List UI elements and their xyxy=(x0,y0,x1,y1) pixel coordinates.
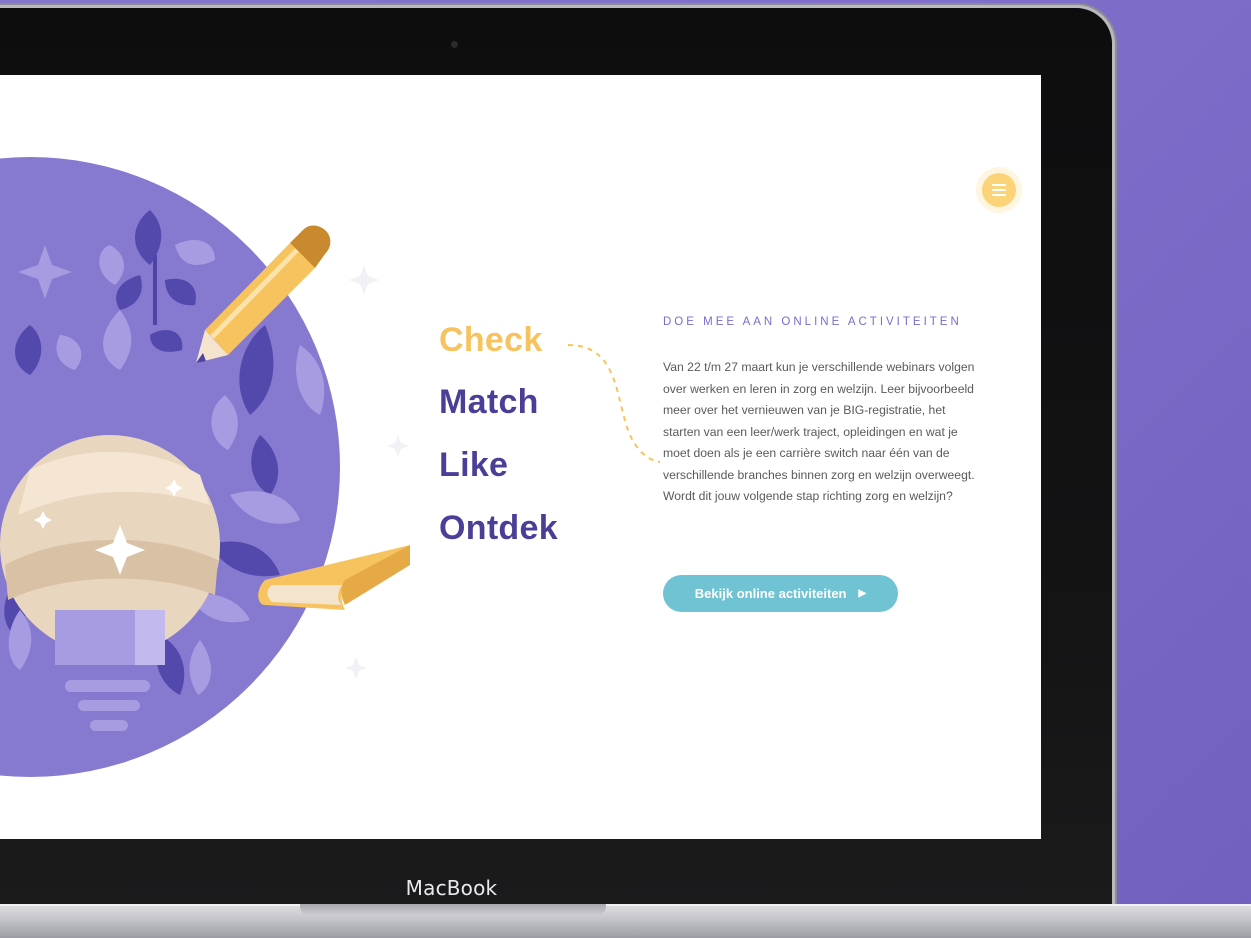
nav-word-check[interactable]: Check xyxy=(439,321,543,360)
hamburger-icon xyxy=(992,184,1006,186)
nav-word-like[interactable]: Like xyxy=(439,446,508,485)
hero-illustration xyxy=(0,157,410,777)
sparkle-icon xyxy=(387,435,409,457)
chevron-right-icon: ▶ xyxy=(858,588,867,599)
device-brand-label: MacBook xyxy=(405,876,498,900)
nav-word-match[interactable]: Match xyxy=(439,383,539,422)
laptop-notch xyxy=(300,904,606,916)
sparkle-icon xyxy=(349,265,379,295)
view-activities-button[interactable]: Bekijk online activiteiten ▶ xyxy=(663,575,898,612)
sparkle-icon xyxy=(345,657,367,679)
menu-button[interactable] xyxy=(982,173,1016,207)
laptop-base xyxy=(0,904,1251,938)
section-heading: DOE MEE AAN ONLINE ACTIVITEITEN xyxy=(663,316,962,328)
screen: Check Match Like Ontdek DOE MEE AAN ONLI… xyxy=(0,75,1041,839)
connector-line xyxy=(567,344,661,463)
section-body: Van 22 t/m 27 maart kun je verschillende… xyxy=(663,360,975,503)
camera-icon xyxy=(451,41,458,48)
nav-word-ontdek[interactable]: Ontdek xyxy=(439,509,558,548)
cta-label: Bekijk online activiteiten xyxy=(694,586,847,601)
